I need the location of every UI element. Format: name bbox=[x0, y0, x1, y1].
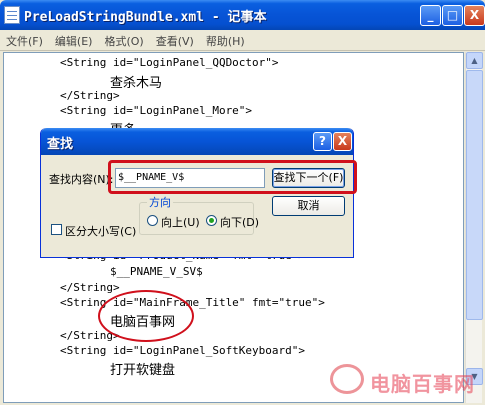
minimize-button[interactable]: _ bbox=[420, 5, 441, 26]
menu-file[interactable]: 文件(F) bbox=[0, 30, 49, 49]
scroll-thumb[interactable] bbox=[466, 70, 483, 320]
watermark: 电脑百事网 bbox=[330, 360, 480, 400]
direction-up-radio[interactable] bbox=[147, 215, 158, 226]
maximize-button[interactable]: □ bbox=[442, 5, 463, 26]
dialog-title: 查找 bbox=[47, 137, 74, 152]
scroll-up-button[interactable]: ▲ bbox=[466, 52, 483, 69]
direction-label: 方向 bbox=[147, 194, 173, 210]
watermark-text: 电脑百事网 bbox=[370, 372, 475, 396]
annotation-ellipse bbox=[98, 290, 194, 342]
annotation-box bbox=[108, 160, 357, 194]
editor-line: 查杀木马 bbox=[110, 76, 163, 91]
editor-line: 打开软键盘 bbox=[110, 363, 176, 378]
cancel-button[interactable]: 取消 bbox=[272, 196, 345, 216]
close-button[interactable]: X bbox=[464, 5, 485, 26]
match-case-label[interactable]: 区分大小写(C) bbox=[65, 223, 136, 239]
direction-up-label[interactable]: 向上(U) bbox=[161, 214, 200, 230]
dialog-title-bar[interactable]: 查找 ? X bbox=[41, 128, 353, 155]
editor-line: <String id="LoginPanel_SoftKeyboard"> bbox=[60, 344, 306, 357]
title-bar[interactable]: PreLoadStringBundle.xml - 记事本 _ □ X bbox=[0, 0, 485, 30]
menu-bar: 文件(F) 编辑(E) 格式(O) 查看(V) 帮助(H) bbox=[0, 30, 485, 51]
editor-line: $__PNAME_V_SV$ bbox=[110, 265, 203, 278]
match-case-checkbox[interactable] bbox=[51, 224, 62, 235]
direction-down-radio[interactable] bbox=[206, 215, 217, 226]
notepad-icon bbox=[4, 6, 20, 24]
menu-edit[interactable]: 编辑(E) bbox=[49, 30, 99, 49]
vertical-scrollbar[interactable]: ▲ ▼ bbox=[465, 52, 483, 403]
dialog-close-button[interactable]: X bbox=[333, 132, 352, 151]
menu-format[interactable]: 格式(O) bbox=[98, 30, 149, 49]
menu-help[interactable]: 帮助(H) bbox=[200, 30, 251, 49]
editor-line: <String id="LoginPanel_More"> bbox=[60, 104, 253, 117]
menu-view[interactable]: 查看(V) bbox=[150, 30, 200, 49]
editor-line: <String id="LoginPanel_QQDoctor"> bbox=[60, 56, 279, 69]
window-title: PreLoadStringBundle.xml - 记事本 bbox=[24, 10, 267, 25]
watermark-logo-icon bbox=[330, 364, 364, 394]
direction-down-label[interactable]: 向下(D) bbox=[220, 214, 259, 230]
dialog-help-button[interactable]: ? bbox=[313, 132, 332, 151]
find-what-label: 查找内容(N): bbox=[49, 173, 114, 186]
